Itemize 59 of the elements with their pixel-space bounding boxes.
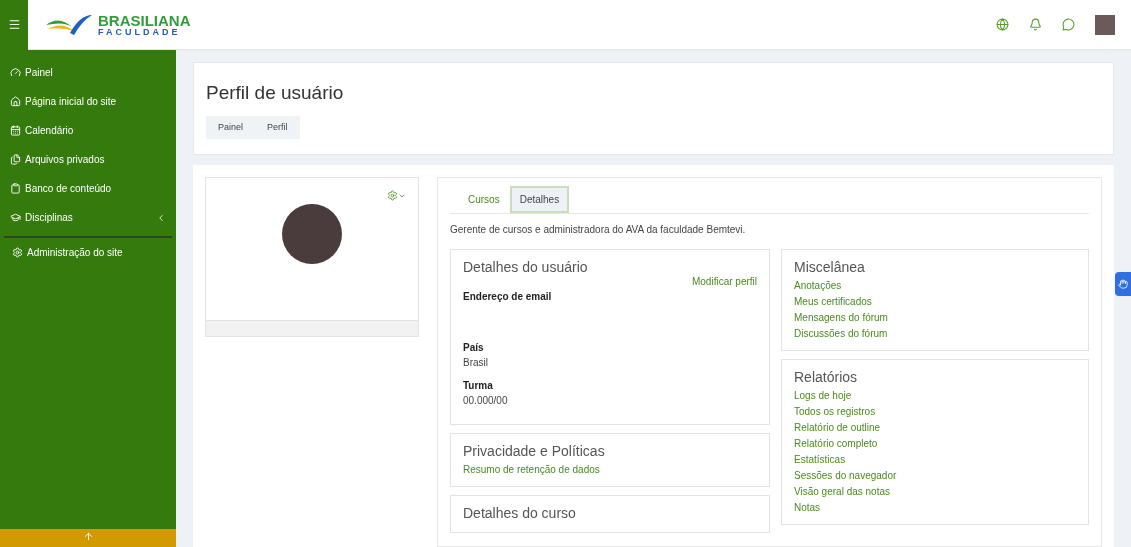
settings-menu-button[interactable] <box>387 190 406 201</box>
sidebar-item[interactable]: Painel <box>0 58 176 87</box>
sidebar-item[interactable]: Banco de conteúdo <box>0 174 176 203</box>
accessibility-button[interactable] <box>1115 272 1131 296</box>
field-label: Endereço de email <box>463 290 553 304</box>
edit-profile-link[interactable]: Modificar perfil <box>691 274 757 289</box>
gauge-icon <box>10 67 21 78</box>
logo-subtitle: FACULDADE <box>98 27 182 37</box>
tab[interactable]: Cursos <box>458 186 510 213</box>
notification-icon[interactable] <box>1029 18 1042 31</box>
arrow-up-icon <box>82 531 94 542</box>
field-value: Brasil <box>463 356 489 370</box>
section-link[interactable]: Todos os registros <box>794 404 1076 420</box>
settings-icon <box>387 190 398 201</box>
calendar-icon <box>10 125 21 136</box>
section-link[interactable]: Meus certificados <box>794 294 1076 310</box>
section-title: Miscelânea <box>794 258 866 276</box>
sidebar-item[interactable]: Calendário <box>0 116 176 145</box>
sidebar-item[interactable]: Disciplinas <box>0 203 176 232</box>
section-link[interactable]: Notas <box>794 500 1076 516</box>
avatar-photo-placeholder[interactable] <box>1095 14 1115 35</box>
page-title: Perfil de usuário <box>206 81 345 105</box>
settings-icon <box>12 247 23 258</box>
field-value: 00.000/00 <box>463 394 509 408</box>
hand-icon <box>1118 279 1128 289</box>
sidebar-item[interactable]: Página inicial do site <box>0 87 176 116</box>
section-link[interactable]: Relatório completo <box>794 436 1076 452</box>
section-link[interactable]: Estatísticas <box>794 452 1076 468</box>
logo-name: BRASILIANA <box>98 12 191 28</box>
section-link[interactable]: Discussões do fórum <box>794 326 1076 342</box>
breadcrumb-item[interactable]: Perfil <box>255 115 300 139</box>
globe-icon[interactable] <box>996 18 1009 31</box>
section-link[interactable]: Visão geral das notas <box>794 484 1076 500</box>
section-title: Relatórios <box>794 368 859 386</box>
profile-description: Gerente de cursos e administradora do AVA da faculdade Bemtevi. <box>450 223 747 237</box>
field-label: País <box>463 341 485 355</box>
sidebar-item[interactable]: Arquivos privados <box>0 145 176 174</box>
section-title: Detalhes do usuário <box>463 258 589 276</box>
sidebar-item[interactable]: Administração do site <box>4 238 172 267</box>
section-link[interactable]: Logs de hoje <box>794 388 1076 404</box>
section-title: Privacidade e Políticas <box>463 442 606 460</box>
menu-button[interactable] <box>0 0 28 50</box>
section-link[interactable]: Sessões do navegador <box>794 468 1076 484</box>
menu-icon <box>7 18 21 31</box>
breadcrumb-item[interactable]: Painel <box>206 115 256 139</box>
avatar-placeholder <box>282 204 342 264</box>
chevron-icon <box>156 212 166 223</box>
tab[interactable]: Detalhes <box>509 186 570 213</box>
section-link[interactable]: Mensagens do fórum <box>794 310 1076 326</box>
section-link[interactable]: Relatório de outline <box>794 420 1076 436</box>
files-icon <box>10 154 21 165</box>
field-label: Turma <box>463 379 494 393</box>
graduation-cap-icon <box>10 212 21 223</box>
section-link[interactable]: Resumo de retenção de dados <box>463 462 757 478</box>
clipboard-icon <box>10 183 21 194</box>
section-link[interactable]: Anotações <box>794 278 1076 294</box>
chat-icon[interactable] <box>1062 18 1075 31</box>
home-icon <box>10 96 21 107</box>
section-title: Detalhes do curso <box>463 504 577 522</box>
